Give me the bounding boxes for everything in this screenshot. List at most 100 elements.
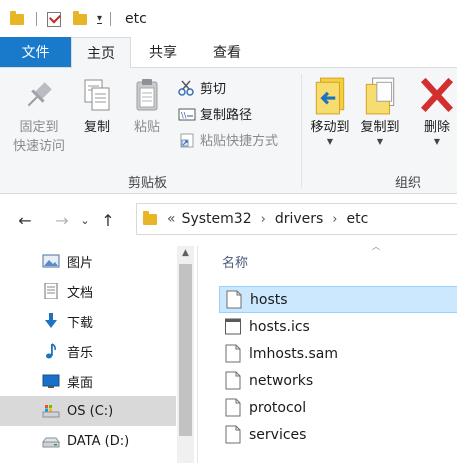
scissors-icon [178, 80, 194, 96]
nav-label: 下载 [67, 315, 94, 331]
paste-button[interactable]: 粘贴 [126, 78, 168, 138]
cut-label: 剪切 [200, 82, 227, 97]
column-header-name[interactable]: 名称 [222, 252, 248, 271]
breadcrumb-drivers[interactable]: drivers [275, 211, 323, 227]
file-icon [225, 425, 241, 444]
svg-text:\\: \\ [181, 111, 187, 120]
tab-file[interactable]: 文件 [0, 37, 71, 67]
breadcrumb-system32[interactable]: System32 [182, 211, 252, 227]
copy-to-label: 复制到 [360, 120, 400, 135]
file-icon [225, 344, 241, 363]
new-folder-icon[interactable] [73, 10, 87, 25]
downloads-icon [45, 313, 57, 328]
delete-icon [420, 77, 454, 113]
nav-label: 文档 [67, 285, 94, 301]
navigation-bar: ← → ⌄ ↑ « System32 › drivers › etc [0, 198, 457, 242]
nav-label: DATA (D:) [67, 433, 130, 449]
up-arrow-icon[interactable]: ↑ [96, 211, 120, 230]
folder-icon [143, 210, 157, 225]
file-name: services [249, 426, 307, 443]
sort-ascending-icon: ︿ [372, 242, 380, 251]
file-row-protocol[interactable]: protocol [219, 394, 457, 421]
scroll-up-arrow-icon[interactable]: ▲ [177, 248, 194, 262]
file-row-services[interactable]: services [219, 421, 457, 448]
pane-divider[interactable] [197, 246, 198, 463]
breadcrumb-etc[interactable]: etc [347, 211, 369, 227]
paste-shortcut-label: 粘贴快捷方式 [200, 134, 279, 149]
ribbon-tabs: 文件 主页 共享 查看 [0, 37, 457, 68]
paste-icon [136, 79, 158, 111]
navigation-pane: 图片 文档 下载 音乐 桌面 OS (C:) DATA (D:) ▲ [0, 246, 196, 463]
nav-item-pictures[interactable]: 图片 [0, 246, 176, 276]
title-bar: ▾ etc [0, 0, 457, 38]
file-row-lmhosts-sam[interactable]: lmhosts.sam [219, 340, 457, 367]
tab-share[interactable]: 共享 [131, 37, 195, 67]
file-row-hosts-ics[interactable]: hosts.ics [219, 313, 457, 340]
drive-os-icon [42, 405, 60, 418]
nav-label: 音乐 [67, 345, 94, 361]
nav-label: 桌面 [67, 375, 94, 391]
delete-label: 删除 [423, 120, 450, 135]
forward-arrow-icon[interactable]: → [50, 211, 74, 230]
tab-view[interactable]: 查看 [195, 37, 259, 67]
organize-group-label: 组织 [395, 176, 422, 191]
file-name: hosts [250, 291, 288, 308]
scrollbar-thumb[interactable] [179, 264, 192, 436]
tab-home[interactable]: 主页 [71, 37, 131, 68]
move-to-label: 移动到 [310, 120, 350, 135]
breadcrumb-overflow[interactable]: « [167, 211, 176, 227]
window-title: etc [125, 11, 147, 27]
pin-label-line2: 快速访问 [12, 139, 65, 154]
file-icon [225, 371, 241, 390]
delete-button[interactable]: 删除 ▼ [414, 76, 457, 146]
music-icon [46, 343, 56, 359]
copy-to-button[interactable]: 复制到 ▼ [355, 76, 405, 146]
file-row-hosts[interactable]: hosts [219, 286, 457, 313]
chevron-down-icon: ▼ [326, 137, 334, 146]
chevron-down-icon: ▼ [376, 137, 384, 146]
quick-access-toolbar: ▾ [10, 10, 121, 27]
pin-to-quick-access-button[interactable]: 固定到 快速访问 [8, 78, 70, 157]
copy-path-label: 复制路径 [200, 108, 253, 123]
documents-icon [44, 283, 58, 299]
properties-icon[interactable] [47, 11, 61, 27]
paste-shortcut-button[interactable]: 粘贴快捷方式 [178, 130, 278, 149]
nav-item-desktop[interactable]: 桌面 [0, 366, 176, 396]
move-to-icon [315, 77, 345, 115]
divider [110, 12, 112, 26]
move-to-button[interactable]: 移动到 ▼ [305, 76, 355, 146]
recent-locations-chevron-icon[interactable]: ⌄ [78, 214, 92, 227]
desktop-icon [42, 374, 60, 388]
nav-item-data-d[interactable]: DATA (D:) [0, 426, 176, 456]
copy-path-button[interactable]: \\ 复制路径 [178, 104, 252, 123]
nav-item-os-c[interactable]: OS (C:) [0, 396, 176, 426]
chevron-right-icon[interactable]: › [261, 212, 266, 227]
back-arrow-icon[interactable]: ← [13, 211, 37, 230]
chevron-right-icon[interactable]: › [332, 212, 337, 227]
customize-toolbar-dropdown-icon[interactable]: ▾ [97, 13, 103, 24]
pictures-icon [42, 254, 60, 268]
copy-label: 复制 [83, 120, 110, 135]
address-bar[interactable]: « System32 › drivers › etc [136, 203, 457, 235]
nav-item-downloads[interactable]: 下载 [0, 306, 176, 336]
file-name: lmhosts.sam [249, 345, 339, 362]
nav-item-documents[interactable]: 文档 [0, 276, 176, 306]
ics-file-icon [225, 318, 241, 335]
file-icon [225, 398, 241, 417]
file-name: hosts.ics [249, 318, 310, 335]
clipboard-group-label: 剪贴板 [128, 176, 168, 191]
copy-to-icon [365, 77, 395, 115]
file-name: networks [249, 372, 314, 389]
divider [36, 12, 37, 26]
cut-button[interactable]: 剪切 [178, 78, 226, 97]
paste-shortcut-icon [180, 133, 194, 147]
nav-label: 图片 [67, 255, 94, 271]
nav-item-music[interactable]: 音乐 [0, 336, 176, 366]
copy-button[interactable]: 复制 [76, 78, 118, 138]
pin-label-line1: 固定到 [19, 120, 59, 135]
file-row-networks[interactable]: networks [219, 367, 457, 394]
chevron-down-icon: ▼ [433, 137, 441, 146]
folder-icon [10, 10, 24, 25]
drive-icon [42, 437, 60, 448]
nav-scrollbar[interactable]: ▲ [177, 246, 194, 463]
